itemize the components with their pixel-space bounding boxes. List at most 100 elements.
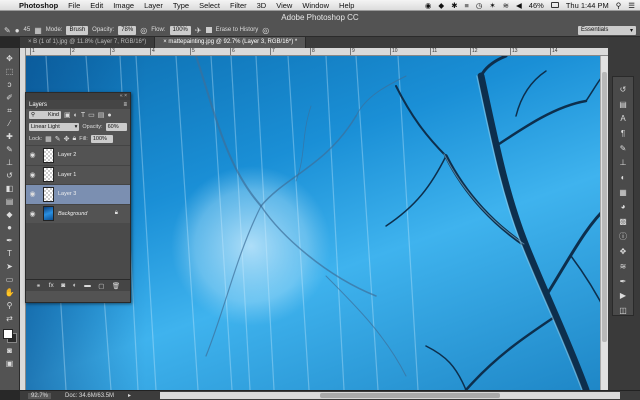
horizontal-scroll-thumb[interactable] — [320, 393, 500, 398]
lock-image-icon[interactable]: ✎ — [55, 135, 61, 143]
hand-tool-icon[interactable]: ✋ — [4, 288, 16, 299]
menu-3d[interactable]: 3D — [252, 1, 272, 10]
color-swatches[interactable] — [2, 329, 17, 343]
menu-select[interactable]: Select — [194, 1, 225, 10]
airbrush-icon[interactable]: ✈ — [195, 26, 202, 35]
vertical-scrollbar[interactable] — [600, 56, 608, 390]
clone-source-panel-icon[interactable]: ⊥ — [617, 158, 629, 167]
swatches-panel-icon[interactable]: ▩ — [617, 217, 629, 226]
crop-tool-icon[interactable]: ⌗ — [4, 106, 16, 117]
screen-mode-icon[interactable]: ▣ — [4, 359, 16, 370]
add-mask-icon[interactable]: ◙ — [61, 282, 65, 289]
filter-kind-select[interactable]: ⚲ Kind — [29, 111, 61, 119]
status-icon-1[interactable]: ◉ — [425, 1, 432, 10]
collapse-icon[interactable]: « — [120, 93, 123, 100]
history-panel-icon[interactable]: ↺ — [617, 85, 629, 94]
link-layers-icon[interactable]: ⚭ — [36, 282, 41, 290]
pressure-opacity-icon[interactable]: ◎ — [140, 26, 147, 35]
quick-select-tool-icon[interactable]: ✐ — [4, 93, 16, 104]
menu-app-name[interactable]: Photoshop — [14, 1, 63, 10]
brush-tool-icon[interactable]: ✎ — [4, 145, 16, 156]
visibility-eye-icon[interactable]: ◉ — [26, 190, 39, 198]
clone-stamp-tool-icon[interactable]: ⊥ — [4, 158, 16, 169]
doc-size[interactable]: Doc: 34.6M/63.5M — [65, 393, 114, 399]
spotlight-icon[interactable]: ⚲ — [616, 1, 622, 10]
brush-size-value[interactable]: 45 — [24, 27, 31, 33]
foreground-color-swatch[interactable] — [2, 329, 13, 339]
fill-field[interactable]: 100% — [90, 135, 113, 143]
gradient-tool-icon[interactable]: ▤ — [4, 197, 16, 208]
erase-history-checkbox[interactable] — [205, 27, 212, 33]
layer-comps-panel-icon[interactable]: ◫ — [617, 306, 629, 315]
panel-menu-icon[interactable]: ≡ — [123, 102, 127, 108]
filter-type-icon[interactable]: T — [81, 112, 85, 119]
battery-percent[interactable]: 46% — [529, 1, 544, 10]
filter-adjustment-icon[interactable]: ◐ — [74, 112, 78, 119]
marquee-tool-icon[interactable]: ⬚ — [4, 67, 16, 78]
status-icon-4[interactable]: ≡ — [464, 1, 468, 10]
type-tool-icon[interactable]: T — [4, 249, 16, 260]
wifi-icon[interactable]: ≋ — [503, 1, 509, 10]
properties-panel-icon[interactable]: ▤ — [617, 100, 629, 109]
layer-row[interactable]: ◉ Layer 2 — [26, 145, 130, 165]
menu-view[interactable]: View — [271, 1, 297, 10]
lock-position-icon[interactable]: ✥ — [64, 135, 70, 143]
menu-window[interactable]: Window — [297, 1, 334, 10]
fx-icon[interactable]: fx — [49, 282, 54, 289]
volume-icon[interactable]: ◀ — [516, 1, 522, 10]
lasso-tool-icon[interactable]: ↄ — [4, 80, 16, 91]
menu-layer[interactable]: Layer — [139, 1, 168, 10]
filter-toggle-icon[interactable]: ● — [107, 112, 111, 119]
opacity-field[interactable]: 78% — [118, 25, 137, 35]
info-panel-icon[interactable]: ⓘ — [617, 232, 629, 242]
pressure-size-icon[interactable]: ◎ — [262, 26, 269, 35]
adjustment-layer-icon[interactable]: ◐ — [73, 282, 77, 289]
visibility-eye-icon[interactable]: ◉ — [26, 151, 39, 159]
brush-panel-icon[interactable]: ▦ — [34, 26, 42, 35]
filter-shape-icon[interactable]: ▭ — [88, 111, 95, 119]
time-machine-icon[interactable]: ◷ — [476, 1, 483, 10]
menu-image[interactable]: Image — [108, 1, 139, 10]
bluetooth-icon[interactable]: ✶ — [489, 1, 495, 10]
layers-list-empty-area[interactable] — [26, 223, 130, 279]
adjustments-panel-icon[interactable]: ◐ — [617, 173, 629, 182]
menu-edit[interactable]: Edit — [85, 1, 108, 10]
zoom-tool-icon[interactable]: ⚲ — [4, 301, 16, 312]
character-panel-icon[interactable]: A — [617, 114, 629, 123]
zoom-level[interactable]: 92.7% — [28, 392, 52, 399]
status-icon-3[interactable]: ✱ — [451, 1, 457, 10]
layer-row-selected[interactable]: ◉ Layer 3 — [26, 184, 130, 204]
color-panel-icon[interactable]: ◕ — [617, 202, 629, 211]
layer-row[interactable]: ◉ Layer 1 — [26, 164, 130, 185]
horizontal-scrollbar[interactable] — [160, 392, 620, 399]
healing-brush-tool-icon[interactable]: ✚ — [4, 132, 16, 143]
dodge-tool-icon[interactable]: ● — [4, 223, 16, 234]
path-selection-tool-icon[interactable]: ➤ — [4, 262, 16, 273]
paragraph-panel-icon[interactable]: ¶ — [617, 129, 629, 138]
channels-panel-icon[interactable]: ≋ — [617, 262, 629, 271]
close-icon[interactable]: × — [124, 93, 127, 100]
layer-row-background[interactable]: ◉ Background 🔒︎ — [26, 203, 130, 224]
tab-mattepainting[interactable]: × mattepainting.jpg @ 92.7% (Layer 3, RG… — [155, 37, 307, 48]
clock[interactable]: Thu 1:44 PM — [566, 1, 609, 10]
filter-smart-object-icon[interactable]: ▤ — [98, 111, 105, 119]
brush-preset-picker-icon[interactable]: ● — [15, 26, 20, 35]
swap-colors-icon[interactable]: ⇄ — [4, 314, 16, 325]
mode-select[interactable]: Brush — [66, 25, 89, 35]
layer-opacity-field[interactable]: 60% — [105, 123, 127, 131]
brush-panel-icon[interactable]: ✎ — [617, 144, 629, 153]
lock-transparent-icon[interactable]: ▦ — [45, 135, 52, 143]
layer-name[interactable]: Background — [58, 211, 87, 217]
menu-file[interactable]: File — [63, 1, 85, 10]
blur-tool-icon[interactable]: ◆ — [4, 210, 16, 221]
navigator-panel-icon[interactable]: ✥ — [617, 247, 629, 256]
status-icon-2[interactable]: ◆ — [438, 1, 444, 10]
history-brush-tool-icon[interactable]: ↺ — [4, 171, 16, 182]
filter-pixel-icon[interactable]: ▣ — [64, 111, 71, 119]
tab-layers[interactable]: Layers — [29, 102, 47, 108]
paths-panel-icon[interactable]: ✒ — [617, 277, 629, 286]
new-layer-icon[interactable]: ▢ — [98, 282, 104, 290]
lock-all-icon[interactable]: 🔒︎ — [73, 135, 77, 143]
menu-type[interactable]: Type — [168, 1, 194, 10]
menu-help[interactable]: Help — [334, 1, 359, 10]
